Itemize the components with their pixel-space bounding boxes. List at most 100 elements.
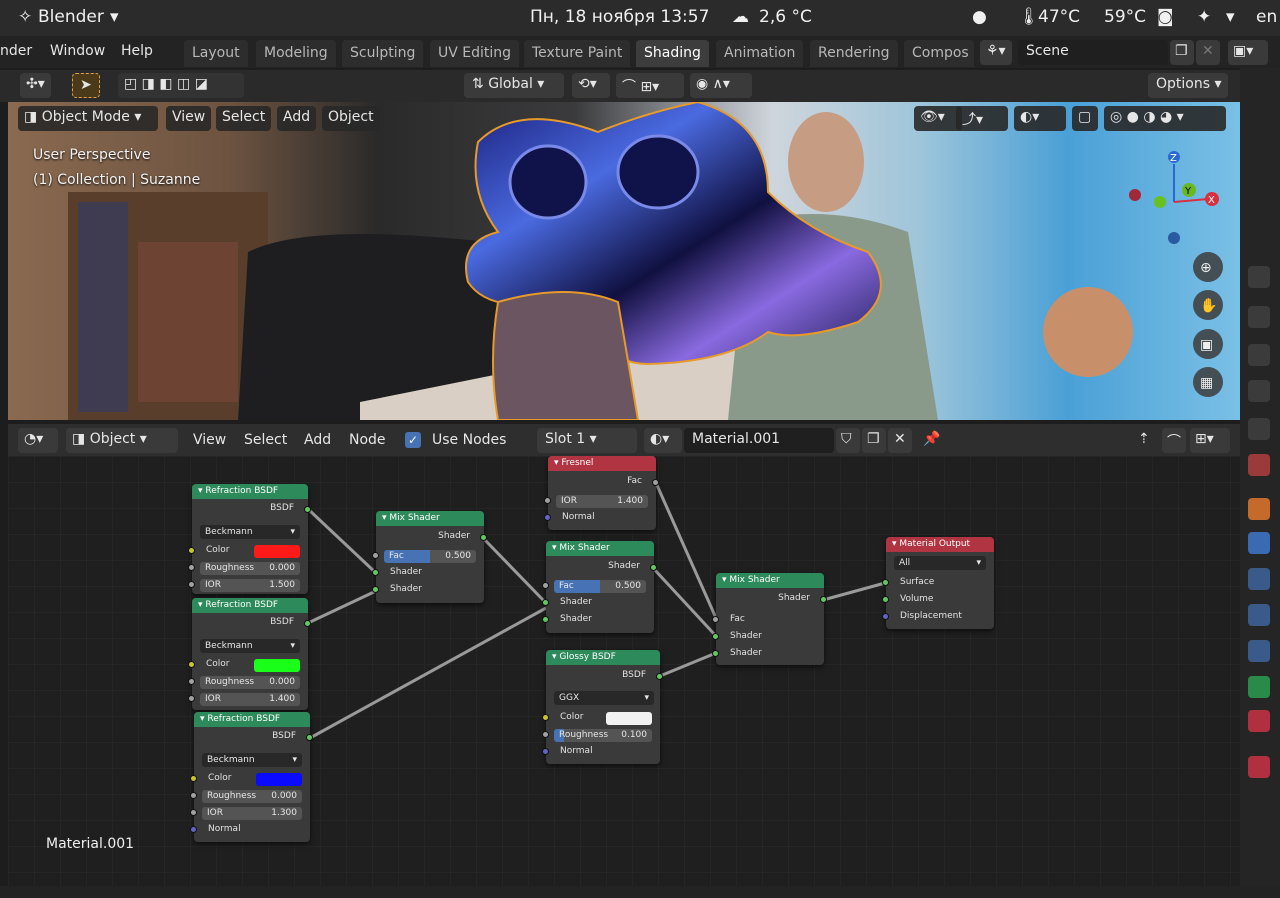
ior-socket[interactable] bbox=[544, 497, 551, 504]
roughness-socket[interactable] bbox=[190, 792, 197, 799]
distribution-dropdown[interactable]: Beckmann ▾ bbox=[202, 753, 302, 767]
refraction-bsdf-node-1[interactable]: ▾ Refraction BSDF BSDF Beckmann ▾ Color R… bbox=[188, 484, 311, 594]
texture-icon[interactable] bbox=[1248, 756, 1270, 778]
refraction-bsdf-node-2[interactable]: ▾ Refraction BSDF BSDF Beckmann ▾ Color R… bbox=[188, 598, 311, 710]
normal-socket[interactable] bbox=[542, 748, 549, 755]
fac-socket[interactable] bbox=[542, 582, 549, 589]
node-menu-select[interactable]: Select bbox=[244, 432, 287, 448]
options-dropdown[interactable]: Options ▾ bbox=[1148, 73, 1228, 98]
viewport-menu-view[interactable]: View bbox=[166, 106, 212, 131]
app-menu[interactable]: Blender bbox=[38, 7, 104, 27]
fresnel-node[interactable]: ▾ Fresnel Fac IOR 1.400 Normal bbox=[544, 456, 659, 530]
node-header[interactable]: ▾ Material Output bbox=[886, 537, 994, 552]
ior-field[interactable]: IOR 1.300 bbox=[202, 807, 302, 820]
particles-icon[interactable] bbox=[1248, 568, 1270, 590]
color-input-socket[interactable] bbox=[542, 714, 549, 721]
accessibility-icon[interactable]: ✦ bbox=[1197, 7, 1211, 27]
output-socket[interactable] bbox=[652, 479, 659, 486]
pivot-point-icon[interactable]: ⟲▾ bbox=[572, 73, 610, 98]
color-swatch[interactable] bbox=[254, 545, 300, 558]
editor-type-icon[interactable]: ◔▾ bbox=[18, 428, 58, 453]
color-swatch[interactable] bbox=[256, 773, 302, 786]
node-menu-add[interactable]: Add bbox=[304, 432, 331, 448]
node-header[interactable]: ▾ Glossy BSDF bbox=[546, 650, 660, 665]
scene-name-field[interactable]: Scene bbox=[1018, 40, 1168, 65]
ior-socket[interactable] bbox=[190, 809, 197, 816]
ior-socket[interactable] bbox=[188, 581, 195, 588]
tab-uv-editing[interactable]: UV Editing bbox=[430, 40, 520, 67]
object-icon[interactable] bbox=[1248, 498, 1270, 520]
tab-modeling[interactable]: Modeling bbox=[256, 40, 336, 67]
refraction-bsdf-node-3[interactable]: ▾ Refraction BSDF BSDF Beckmann ▾ Color R… bbox=[190, 712, 313, 842]
snap-icon[interactable]: ⌒ ⊞▾ bbox=[616, 73, 684, 98]
roughness-socket[interactable] bbox=[188, 678, 195, 685]
viewport-menu-select[interactable]: Select bbox=[216, 106, 272, 131]
tab-animation[interactable]: Animation bbox=[716, 40, 804, 67]
output-socket[interactable] bbox=[656, 673, 663, 680]
fake-user-shield-icon[interactable]: ⛉ bbox=[836, 428, 860, 453]
viewport-menu-add[interactable]: Add bbox=[277, 106, 317, 131]
tab-shading[interactable]: Shading bbox=[636, 40, 709, 67]
node-header[interactable]: ▾ Mix Shader bbox=[376, 511, 484, 526]
mix-shader-node-1[interactable]: ▾ Mix Shader Shader Fac 0.500 Shader Shad… bbox=[372, 511, 487, 603]
mix-shader-node-3[interactable]: ▾ Mix Shader Shader Fac Shader Shader bbox=[712, 573, 827, 665]
material-output-node[interactable]: ▾ Material Output All ▾ Surface Volume Di… bbox=[882, 537, 994, 629]
roughness-socket[interactable] bbox=[188, 564, 195, 571]
scene-icon[interactable] bbox=[1248, 418, 1270, 440]
tab-texture-paint[interactable]: Texture Paint bbox=[524, 40, 631, 67]
transform-orientation-dropdown[interactable]: ⇅ Global ▾ bbox=[464, 73, 564, 98]
node-menu-view[interactable]: View bbox=[193, 432, 226, 448]
xray-icon[interactable]: ▢ bbox=[1072, 106, 1098, 131]
select-tool-icon[interactable]: ➤ bbox=[72, 73, 100, 98]
browser-icon[interactable]: ● bbox=[972, 7, 987, 27]
selection-mode-icons[interactable]: ◰ ◨ ◧ ◫ ◪ bbox=[118, 73, 244, 98]
tab-rendering[interactable]: Rendering bbox=[810, 40, 898, 67]
gizmo-neg-y[interactable] bbox=[1154, 196, 1166, 208]
gizmo-neg-x[interactable] bbox=[1129, 189, 1141, 201]
color-input-socket[interactable] bbox=[188, 547, 195, 554]
shader-type-dropdown[interactable]: ◨ Object ▾ bbox=[66, 428, 178, 453]
node-header[interactable]: ▾ Refraction BSDF bbox=[192, 484, 308, 499]
scene-selector-icon[interactable]: ⚘▾ bbox=[980, 40, 1012, 65]
view-layer-icon[interactable]: ▣▾ bbox=[1228, 40, 1268, 65]
parent-node-tree-icon[interactable]: ⇡ bbox=[1132, 428, 1156, 453]
roughness-field[interactable]: Roughness 0.100 bbox=[554, 729, 652, 742]
weather-text[interactable]: 2,6 °C bbox=[759, 7, 812, 27]
chevron-down-icon[interactable]: ▾ bbox=[1226, 7, 1235, 27]
normal-socket[interactable] bbox=[190, 826, 197, 833]
physics-icon[interactable] bbox=[1248, 604, 1270, 626]
visibility-icon[interactable]: 👁▾ bbox=[914, 106, 962, 131]
node-header[interactable]: ▾ Fresnel bbox=[548, 456, 656, 471]
distribution-dropdown[interactable]: GGX ▾ bbox=[554, 691, 654, 705]
modifier-wrench-icon[interactable] bbox=[1248, 532, 1270, 554]
clock[interactable]: Пн, 18 ноября 13:57 bbox=[530, 7, 709, 27]
material-browse-icon[interactable]: ◐▾ bbox=[644, 428, 682, 453]
shading-mode-icons[interactable]: ◎ ● ◑ ◕ ▾ bbox=[1104, 106, 1226, 131]
gizmo-toggle-icon[interactable]: ⤴▾ bbox=[956, 106, 1008, 131]
ior-field[interactable]: IOR 1.400 bbox=[200, 693, 300, 706]
color-input-socket[interactable] bbox=[190, 775, 197, 782]
keyboard-language[interactable]: en bbox=[1256, 7, 1277, 27]
gizmo-neg-z[interactable] bbox=[1168, 232, 1180, 244]
color-input-socket[interactable] bbox=[188, 661, 195, 668]
tab-sculpting[interactable]: Sculpting bbox=[342, 40, 424, 67]
distribution-dropdown[interactable]: Beckmann ▾ bbox=[200, 525, 300, 539]
fac-socket[interactable] bbox=[712, 616, 719, 623]
menu-window[interactable]: Window bbox=[50, 43, 105, 59]
output-socket[interactable] bbox=[480, 534, 487, 541]
proportional-editing-icon[interactable]: ◉ ∧▾ bbox=[690, 73, 752, 98]
node-header[interactable]: ▾ Mix Shader bbox=[716, 573, 824, 588]
object-mode-dropdown[interactable]: ◨ Object Mode ▾ bbox=[18, 106, 158, 131]
roughness-field[interactable]: Roughness 0.000 bbox=[200, 562, 300, 575]
close-icon[interactable]: ✕ bbox=[1196, 40, 1220, 65]
view-layer-icon[interactable] bbox=[1248, 380, 1270, 402]
slot-dropdown[interactable]: Slot 1 ▾ bbox=[537, 428, 637, 453]
tool-icon[interactable] bbox=[1248, 266, 1270, 288]
shader-input-socket[interactable] bbox=[712, 633, 719, 640]
material-name-field[interactable]: Material.001 bbox=[684, 428, 834, 453]
render-icon[interactable] bbox=[1248, 306, 1270, 328]
shader-input-socket[interactable] bbox=[542, 599, 549, 606]
fac-field[interactable]: Fac 0.500 bbox=[554, 580, 646, 593]
world-icon[interactable] bbox=[1248, 454, 1270, 476]
overlay-icon[interactable]: ◐▾ bbox=[1014, 106, 1066, 131]
